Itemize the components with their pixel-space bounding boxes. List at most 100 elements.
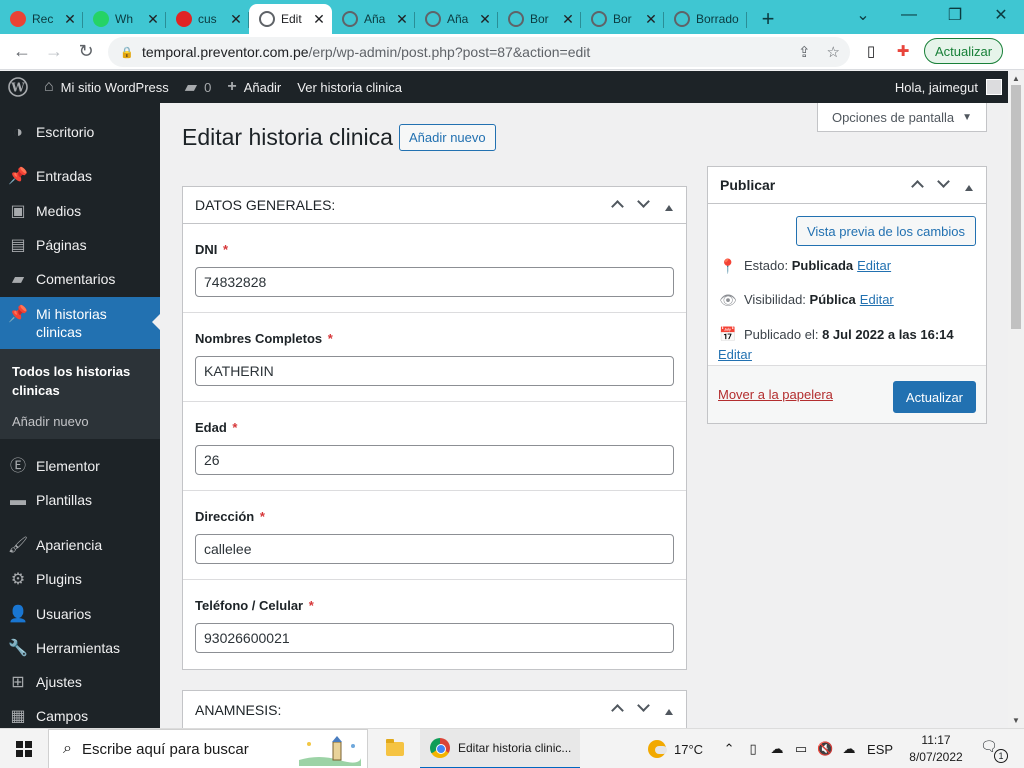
field-input[interactable] — [195, 623, 674, 653]
add-new-button[interactable]: Añadir nuevo — [399, 124, 496, 151]
close-tab-icon[interactable]: ✕ — [478, 11, 492, 28]
sidebar-item[interactable]: ⊞ Ajustes — [0, 665, 160, 699]
browser-tab[interactable]: Edit ✕ — [249, 4, 332, 34]
weather-icon[interactable] — [648, 740, 667, 758]
sidebar-item[interactable]: ▦ Campos — [0, 699, 160, 728]
update-button[interactable]: Actualizar — [892, 381, 976, 413]
bookmark-star-icon[interactable]: ☆ — [827, 43, 840, 61]
volume-muted-icon[interactable]: 🔇 — [813, 741, 837, 757]
preview-changes-button[interactable]: Vista previa de los cambios — [795, 216, 976, 246]
move-up-icon[interactable] — [608, 197, 626, 214]
sidebar-item[interactable]: ▣ Medios — [0, 194, 160, 228]
network-icon[interactable]: ▭ — [789, 741, 813, 757]
close-window-icon[interactable]: ✕ — [978, 0, 1024, 30]
sidebar-item[interactable]: Ⓔ Elementor — [0, 449, 160, 483]
sidebar-item[interactable]: 👤 Usuarios — [0, 597, 160, 631]
scroll-up-arrow-icon[interactable]: ▲ — [1012, 74, 1020, 83]
move-up-icon[interactable] — [608, 701, 626, 718]
scroll-down-arrow-icon[interactable]: ▼ — [1012, 716, 1020, 725]
close-tab-icon[interactable]: ✕ — [229, 11, 243, 28]
site-name: Mi sitio WordPress — [60, 79, 169, 95]
url-bar[interactable]: 🔒 temporal.preventor.com.pe/erp/wp-admin… — [108, 37, 850, 67]
browser-tab[interactable]: Bor ✕ — [581, 4, 664, 34]
battery-icon[interactable]: ▯ — [741, 741, 765, 757]
side-panel-icon[interactable]: ▯ — [860, 40, 882, 62]
edit-status-link[interactable]: Editar — [857, 258, 891, 273]
comments-link[interactable]: ▰ 0 — [177, 71, 220, 103]
minimize-icon[interactable]: — — [886, 0, 932, 30]
sidebar-item[interactable]: ◑ Escritorio — [0, 115, 160, 149]
close-tab-icon[interactable]: ✕ — [146, 11, 160, 28]
move-down-icon[interactable] — [634, 699, 652, 718]
move-to-trash-link[interactable]: Mover a la papelera — [718, 387, 833, 402]
screen-options-button[interactable]: Opciones de pantalla ▼ — [817, 103, 987, 132]
browser-tab[interactable]: Rec ✕ — [0, 4, 83, 34]
move-up-icon[interactable] — [908, 177, 926, 194]
notifications-button[interactable]: 🗨 1 — [980, 738, 1008, 763]
scrollbar-thumb[interactable] — [1011, 85, 1021, 329]
browser-tab[interactable]: cus ✕ — [166, 4, 249, 34]
extension-icon[interactable]: ✚ — [892, 40, 914, 62]
sidebar-item[interactable]: ▤ Páginas — [0, 228, 160, 262]
sidebar-item-label: Herramientas — [36, 640, 121, 656]
taskbar-clock[interactable]: 11:17 8/07/2022 — [904, 732, 968, 766]
view-post-label: Ver historia clinica — [297, 79, 403, 95]
new-tab-icon[interactable]: + — [753, 4, 783, 34]
site-name-link[interactable]: ⌂ Mi sitio WordPress — [36, 71, 177, 103]
browser-tab[interactable]: Wh ✕ — [83, 4, 166, 34]
taskbar-search-box[interactable]: ⌕ Escribe aquí para buscar — [48, 729, 368, 768]
submenu-item[interactable]: Todos los historias clinicas — [0, 359, 160, 403]
field-input[interactable] — [195, 356, 674, 386]
move-down-icon[interactable] — [934, 175, 952, 194]
move-down-icon[interactable] — [634, 195, 652, 214]
sidebar-item[interactable]: 🖌 Apariencia — [0, 528, 160, 562]
forward-arrow-icon[interactable]: → — [38, 36, 70, 68]
show-hidden-icons-icon[interactable]: ⌃ — [717, 741, 741, 757]
field-input[interactable] — [195, 445, 674, 475]
tab-search-icon[interactable]: ⌄ — [840, 0, 886, 30]
collapse-toggle-icon[interactable] — [660, 702, 678, 718]
browser-tab[interactable]: Aña ✕ — [415, 4, 498, 34]
add-new-link[interactable]: + Añadir — [219, 71, 289, 103]
file-explorer-taskbar-button[interactable] — [376, 729, 414, 768]
field-input[interactable] — [195, 534, 674, 564]
back-arrow-icon[interactable]: ← — [6, 36, 38, 68]
user-account-menu[interactable]: Hola, jaimegut — [895, 71, 1002, 103]
page-scrollbar[interactable]: ▲ ▼ — [1008, 71, 1024, 728]
language-indicator[interactable]: ESP — [867, 742, 893, 757]
close-tab-icon[interactable]: ✕ — [395, 11, 409, 28]
close-tab-icon[interactable]: ✕ — [63, 11, 77, 28]
browser-update-button[interactable]: Actualizar — [924, 38, 1004, 64]
close-tab-icon[interactable]: ✕ — [644, 11, 658, 28]
browser-tab[interactable]: Aña ✕ — [332, 4, 415, 34]
sidebar-item[interactable]: 📌 Entradas — [0, 159, 160, 193]
reload-icon[interactable]: ↻ — [70, 36, 102, 68]
share-icon[interactable]: ⇪ — [798, 43, 811, 61]
submenu-item[interactable]: Añadir nuevo — [0, 409, 160, 434]
sidebar-item[interactable]: ▰ Comentarios — [0, 262, 160, 296]
field-input[interactable] — [195, 267, 674, 297]
wordpress-logo-icon[interactable]: W — [0, 71, 36, 103]
onedrive-icon[interactable]: ☁ — [837, 741, 861, 757]
tab-title: Rec — [32, 12, 54, 26]
browser-menu-icon[interactable]: ⋮ — [1017, 41, 1024, 61]
collapse-toggle-icon[interactable] — [660, 198, 678, 214]
browser-tab[interactable]: Borrado — [664, 4, 747, 34]
browser-tab[interactable]: Bor ✕ — [498, 4, 581, 34]
restore-icon[interactable]: ❐ — [932, 0, 978, 30]
collapse-toggle-icon[interactable] — [960, 178, 978, 194]
sidebar-item[interactable]: ⚙ Plugins — [0, 562, 160, 596]
sidebar-item[interactable]: ▬ Plantillas — [0, 483, 160, 517]
edit-visibility-link[interactable]: Editar — [860, 292, 894, 307]
plus-icon: + — [227, 78, 237, 95]
cloud-icon[interactable]: ☁ — [765, 741, 789, 757]
sidebar-item[interactable]: 📌 Mi historias clinicas — [0, 297, 160, 349]
view-post-link[interactable]: Ver historia clinica — [289, 71, 410, 103]
chrome-taskbar-button[interactable]: Editar historia clinic... — [420, 729, 580, 768]
start-button[interactable] — [0, 729, 48, 768]
close-tab-icon[interactable]: ✕ — [561, 11, 575, 28]
general-data-header: DATOS GENERALES: — [183, 187, 686, 224]
close-tab-icon[interactable]: ✕ — [312, 11, 326, 28]
edit-date-link[interactable]: Editar — [718, 347, 752, 362]
sidebar-item[interactable]: 🔧 Herramientas — [0, 631, 160, 665]
